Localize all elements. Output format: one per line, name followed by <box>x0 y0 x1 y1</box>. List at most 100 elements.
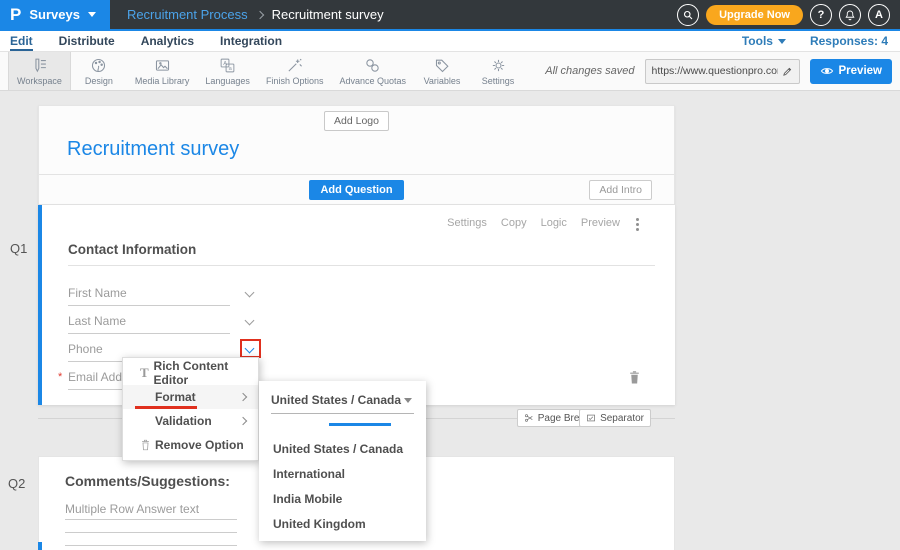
tab-integration[interactable]: Integration <box>220 31 282 51</box>
preview-button[interactable]: Preview <box>810 59 892 84</box>
toolbar-item-finish-options[interactable]: Finish Options <box>258 52 332 90</box>
chevron-down-icon <box>88 12 96 17</box>
survey-url: https://www.questionpro.com/t/APNrFZ <box>652 65 778 77</box>
workspace-icon <box>31 57 48 74</box>
nav-tabs: Edit Distribute Analytics Integration <box>0 31 282 51</box>
add-intro-button[interactable]: Add Intro <box>589 180 652 200</box>
palette-icon <box>90 57 107 74</box>
menu-item-format[interactable]: Format <box>123 385 258 409</box>
image-icon <box>154 57 171 74</box>
survey-url-field[interactable]: https://www.questionpro.com/t/APNrFZ <box>645 59 800 84</box>
scissors-icon <box>524 413 534 423</box>
edit-toolbar: Workspace Design Media Library A a Langu… <box>0 52 900 91</box>
answer-line <box>65 520 237 533</box>
product-label: Surveys <box>29 7 80 22</box>
search-button[interactable] <box>677 4 699 26</box>
topbar-actions: Upgrade Now ? A <box>677 4 900 26</box>
question-actions: Settings Copy Logic Preview <box>447 217 639 229</box>
option-united-kingdom[interactable]: United Kingdom <box>259 511 426 536</box>
field-row-first-name: First Name <box>68 278 230 306</box>
tab-distribute[interactable]: Distribute <box>59 31 115 51</box>
chevron-down-icon[interactable] <box>245 288 255 298</box>
field-label[interactable]: First Name <box>68 286 127 300</box>
toolbar-item-advance-quotas[interactable]: Advance Quotas <box>331 52 414 90</box>
menu-item-label: Remove Option <box>155 438 244 452</box>
submenu-arrow-icon <box>239 393 247 401</box>
answer-line <box>65 533 237 546</box>
menu-item-label: Validation <box>155 414 212 428</box>
toolbar-item-label: Finish Options <box>266 76 324 86</box>
toolbar-item-settings[interactable]: Settings <box>470 52 526 90</box>
svg-text:a: a <box>229 66 233 72</box>
help-button[interactable]: ? <box>810 4 832 26</box>
save-status: All changes saved <box>545 65 634 77</box>
toolbar-item-design[interactable]: Design <box>71 52 127 90</box>
format-options: United States / Canada International Ind… <box>259 436 426 536</box>
field-label[interactable]: Last Name <box>68 314 126 328</box>
separator-label: Separator <box>600 413 644 424</box>
question-copy-link[interactable]: Copy <box>501 217 527 229</box>
questionpro-logo: P <box>10 6 21 23</box>
eye-icon <box>820 64 834 78</box>
surveys-menu[interactable]: P Surveys <box>0 0 110 29</box>
toolbar-item-label: Workspace <box>17 76 62 86</box>
search-icon <box>682 9 694 21</box>
tab-edit[interactable]: Edit <box>10 31 33 51</box>
top-bar: P Surveys Recruitment Process Recruitmen… <box>0 0 900 31</box>
chevron-down-icon[interactable] <box>245 316 255 326</box>
menu-item-rich-content-editor[interactable]: T Rich Content Editor <box>123 361 258 385</box>
translate-icon: A a <box>219 57 236 74</box>
question-number-q1: Q1 <box>10 241 27 256</box>
delete-field-button[interactable] <box>628 370 641 385</box>
annotation-highlight-box <box>240 339 261 358</box>
breadcrumb-folder[interactable]: Recruitment Process <box>127 7 248 22</box>
nav-bar: Edit Distribute Analytics Integration To… <box>0 31 900 52</box>
toolbar-item-languages[interactable]: A a Languages <box>197 52 258 90</box>
toolbar-right: All changes saved https://www.questionpr… <box>545 52 900 90</box>
wand-icon <box>286 57 303 74</box>
toolbar-item-variables[interactable]: Variables <box>414 52 470 90</box>
focus-indicator <box>329 423 391 426</box>
separator-button[interactable]: Separator <box>579 409 651 427</box>
option-india-mobile[interactable]: India Mobile <box>259 486 426 511</box>
menu-item-remove-option[interactable]: Remove Option <box>123 433 258 457</box>
toolbar-item-workspace[interactable]: Workspace <box>8 52 71 90</box>
toolbar-item-label: Languages <box>205 76 250 86</box>
question-preview-link[interactable]: Preview <box>581 217 620 229</box>
breadcrumb-survey: Recruitment survey <box>272 7 384 22</box>
chevron-down-icon <box>778 39 786 44</box>
quota-icon <box>364 57 381 74</box>
add-logo-button[interactable]: Add Logo <box>324 111 389 131</box>
option-international[interactable]: International <box>259 461 426 486</box>
menu-item-validation[interactable]: Validation <box>123 409 258 433</box>
toolbar-item-label: Variables <box>424 76 461 86</box>
upgrade-now-button[interactable]: Upgrade Now <box>706 5 803 25</box>
field-label[interactable]: Phone <box>68 342 103 356</box>
avatar[interactable]: A <box>868 4 890 26</box>
question-settings-link[interactable]: Settings <box>447 217 487 229</box>
question-logic-link[interactable]: Logic <box>541 217 567 229</box>
format-select[interactable]: United States / Canada <box>271 393 414 414</box>
notifications-button[interactable] <box>839 4 861 26</box>
caret-down-icon <box>404 398 412 403</box>
gear-icon <box>490 57 507 74</box>
survey-title[interactable]: Recruitment survey <box>67 138 674 161</box>
trash-icon <box>135 439 155 451</box>
field-context-menu: T Rich Content Editor Format Validation … <box>122 357 259 461</box>
tab-analytics[interactable]: Analytics <box>141 31 194 51</box>
menu-item-label: Rich Content Editor <box>154 359 258 387</box>
responses-link[interactable]: Responses: 4 <box>810 34 888 48</box>
heading-divider <box>68 265 655 266</box>
svg-text:A: A <box>223 61 227 67</box>
multirow-answer-placeholder[interactable]: Multiple Row Answer text <box>65 502 237 520</box>
tag-icon <box>434 57 451 74</box>
question-heading[interactable]: Contact Information <box>68 242 675 257</box>
toolbar-item-label: Design <box>85 76 113 86</box>
tools-menu[interactable]: Tools <box>742 34 786 48</box>
more-options-icon[interactable] <box>636 218 639 221</box>
tools-label: Tools <box>742 34 773 48</box>
option-us-canada[interactable]: United States / Canada <box>259 436 426 461</box>
add-question-button[interactable]: Add Question <box>309 180 403 200</box>
toolbar-item-media-library[interactable]: Media Library <box>127 52 198 90</box>
edit-pencil-icon[interactable] <box>782 66 793 77</box>
